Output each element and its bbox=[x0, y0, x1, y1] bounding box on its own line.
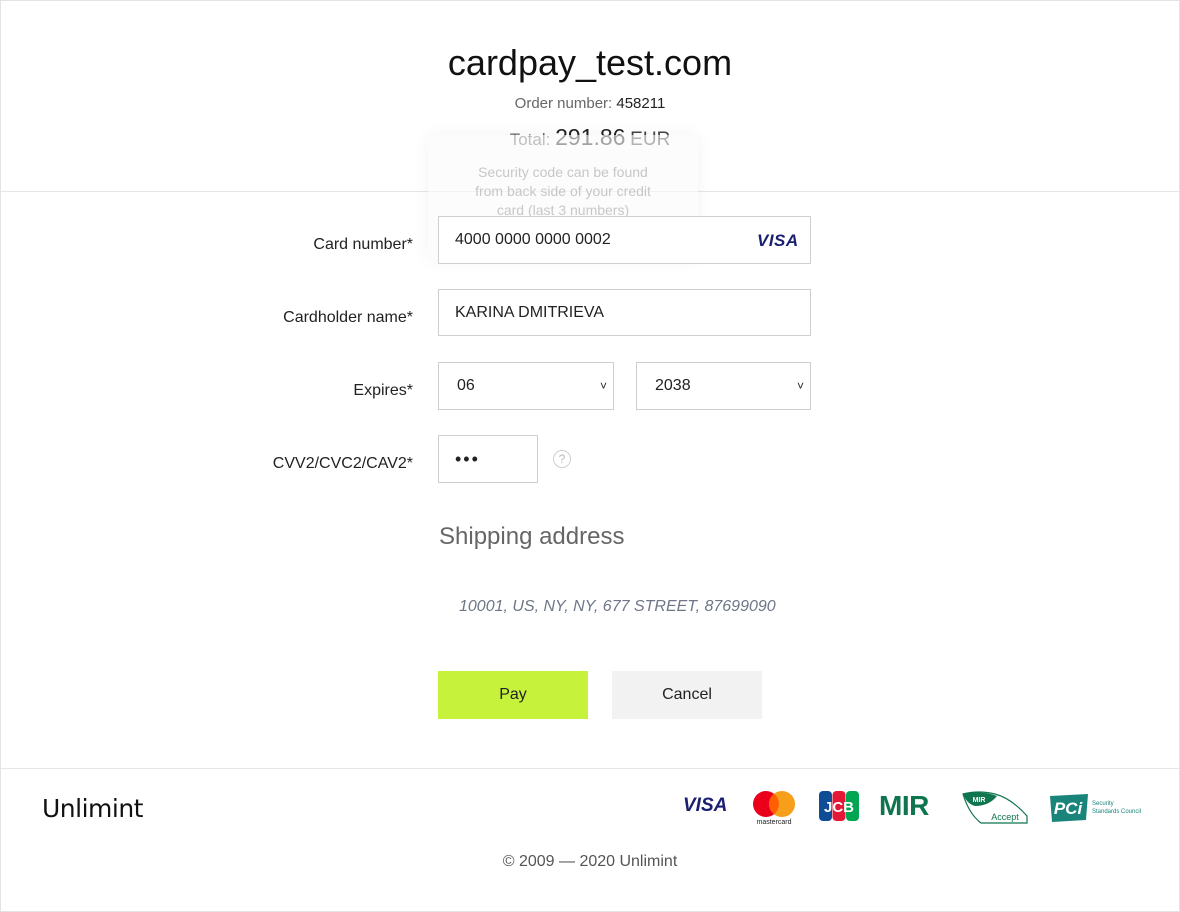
card-number-label: Card number* bbox=[313, 236, 413, 253]
jcb-logo-icon: JCB bbox=[819, 791, 859, 821]
visa-card-brand-icon: VISA bbox=[757, 231, 799, 250]
mastercard-wordmark: mastercard bbox=[756, 819, 791, 826]
chevron-down-icon: ˅ bbox=[796, 379, 804, 393]
cvv-label: CVV2/CVC2/CAV2* bbox=[272, 455, 413, 472]
order-number-label: Order number: bbox=[514, 95, 613, 112]
expires-label: Expires* bbox=[353, 382, 413, 399]
cardholder-name-input[interactable]: KARINA DMITRIEVA bbox=[438, 289, 811, 336]
mastercard-logo-icon: mastercard bbox=[753, 791, 795, 826]
mir-accept-wordmark: Accept bbox=[991, 812, 1019, 822]
footer-divider bbox=[1, 768, 1179, 769]
unlimint-logo: Unlimint bbox=[42, 794, 143, 823]
order-number-value: 458211 bbox=[616, 95, 666, 112]
pci-subtitle-line2: Standards Council bbox=[1092, 809, 1141, 815]
expires-year-value: 2038 bbox=[655, 377, 691, 394]
card-number-input[interactable]: 4000 0000 0000 0002 bbox=[438, 216, 811, 264]
mir-accept-logo-icon: MIR Accept bbox=[962, 791, 1028, 824]
shipping-address-title: Shipping address bbox=[439, 523, 625, 550]
mir-accept-small-wordmark: MIR bbox=[973, 797, 986, 804]
cvv-help-icon[interactable]: ? bbox=[553, 450, 571, 468]
order-number-line: Order number: 458211 bbox=[0, 95, 1180, 112]
cvv-input[interactable]: ••• bbox=[438, 435, 538, 483]
jcb-wordmark: JCB bbox=[824, 799, 854, 816]
visa-logo-icon: VISA bbox=[683, 795, 728, 816]
pay-button[interactable]: Pay bbox=[438, 671, 588, 719]
copyright-text: © 2009 — 2020 Unlimint bbox=[502, 853, 678, 870]
expires-year-select[interactable]: 2038 ˅ bbox=[636, 362, 811, 410]
merchant-site-title: cardpay_test.com bbox=[447, 42, 733, 83]
shipping-address-text: 10001, US, NY, NY, 677 STREET, 87699090 bbox=[459, 598, 776, 615]
pci-subtitle-line1: Security bbox=[1092, 801, 1114, 807]
mir-logo-icon: MIR bbox=[879, 790, 929, 821]
chevron-down-icon: ˅ bbox=[599, 379, 607, 393]
pci-wordmark: PCi bbox=[1054, 799, 1084, 818]
cardholder-name-label: Cardholder name* bbox=[283, 309, 413, 326]
pci-logo-icon: PCi Security Standards Council bbox=[1050, 794, 1141, 822]
cancel-button[interactable]: Cancel bbox=[612, 671, 762, 719]
expires-month-value: 06 bbox=[457, 377, 475, 394]
expires-month-select[interactable]: 06 ˅ bbox=[438, 362, 614, 410]
